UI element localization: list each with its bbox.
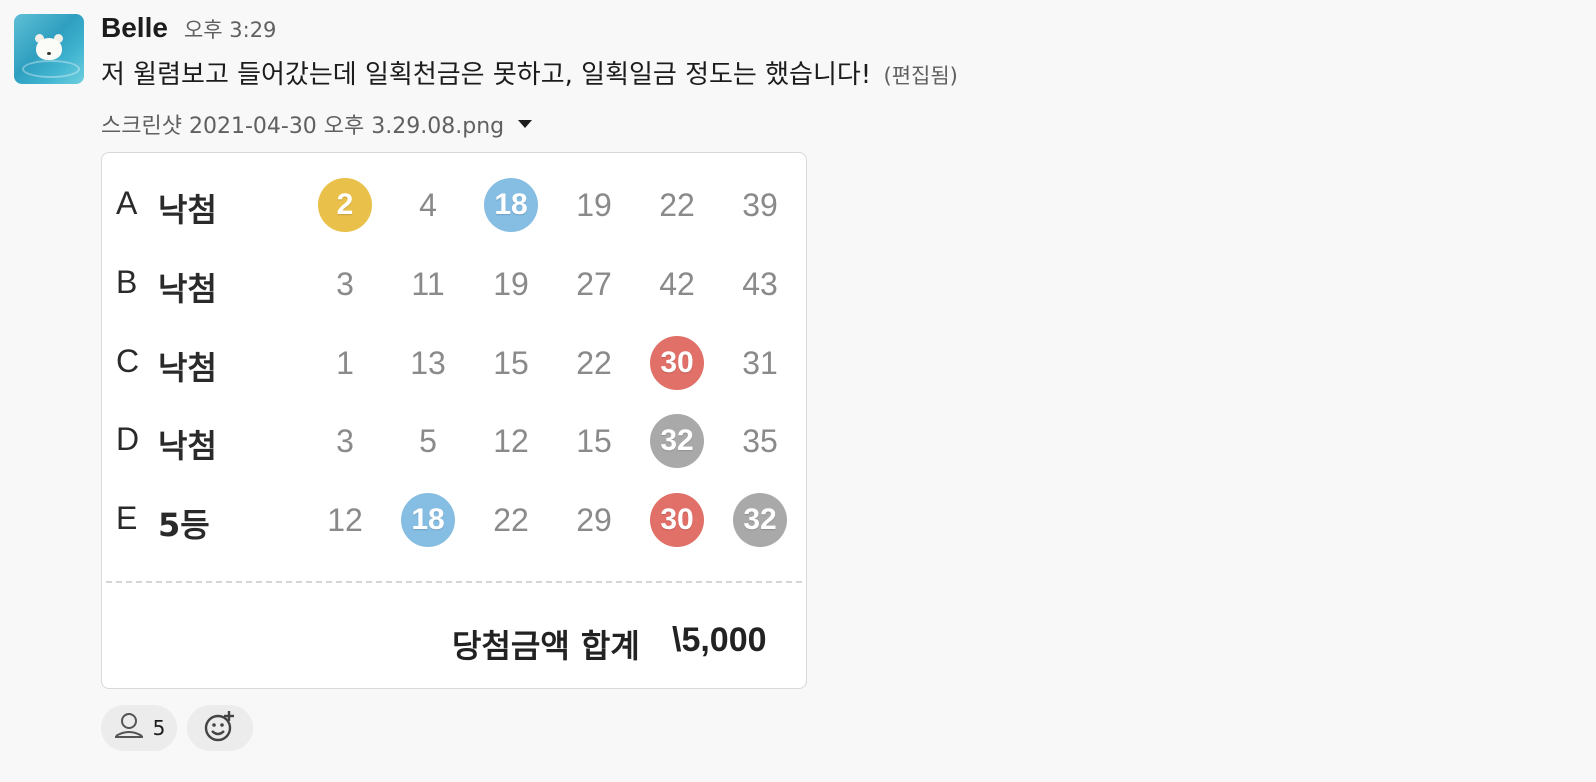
username[interactable]: Belle <box>101 12 168 44</box>
row-result: 낙첨 <box>158 270 217 308</box>
avatar-ripple <box>22 60 80 78</box>
lottery-number: 29 <box>576 501 612 538</box>
total-label: 당첨금액 합계 <box>452 627 640 665</box>
lottery-number: 13 <box>410 344 446 381</box>
message-header: Belle 오후 3:29 <box>101 12 276 48</box>
lottery-number: 15 <box>493 344 529 381</box>
dashed-divider <box>106 581 802 583</box>
lottery-number: 11 <box>411 265 445 302</box>
lottery-number: 22 <box>576 344 612 381</box>
lottery-number: 35 <box>742 422 778 459</box>
avatar-dog-nose <box>47 52 51 55</box>
lottery-number: 42 <box>659 265 695 302</box>
lottery-number: 5 <box>419 422 437 459</box>
lottery-ball: 18 <box>401 493 455 547</box>
lottery-number: 12 <box>327 501 363 538</box>
edited-label: (편집됨) <box>883 64 958 88</box>
avatar-dog <box>36 38 62 60</box>
reactions-bar: 5 <box>101 705 253 751</box>
lottery-number: 39 <box>742 186 778 223</box>
attachment-header: 스크린샷 2021-04-30 오후 3.29.08.png <box>101 108 533 140</box>
lottery-number: 19 <box>493 265 529 302</box>
add-reaction-icon <box>203 709 237 747</box>
avatar[interactable] <box>14 14 84 84</box>
lottery-number: 3 <box>336 422 354 459</box>
lottery-row: B 낙첨 3 11 19 27 42 43 <box>102 254 806 314</box>
attachment-image[interactable]: A 낙첨 2 4 18 19 22 39 B 낙첨 3 11 19 27 42 43 C 낙첨 1 13 15 22 30 3… <box>101 152 807 689</box>
lottery-number: 27 <box>576 265 612 302</box>
person-icon <box>113 711 145 746</box>
lottery-number: 1 <box>336 344 354 381</box>
lottery-row: D 낙첨 3 5 12 15 32 35 <box>102 411 806 471</box>
message-body: 저 윌렴보고 들어갔는데 일획천금은 못하고, 일획일금 정도는 했습니다! <box>101 60 872 90</box>
lottery-ball: 32 <box>650 414 704 468</box>
row-letter: B <box>116 264 138 300</box>
lottery-row: E 5등 12 18 22 29 30 32 <box>102 490 806 550</box>
lottery-row: C 낙첨 1 13 15 22 30 31 <box>102 333 806 393</box>
reaction-button[interactable]: 5 <box>101 705 177 751</box>
lottery-ball: 30 <box>650 336 704 390</box>
lottery-row: A 낙첨 2 4 18 19 22 39 <box>102 175 806 235</box>
chevron-down-icon[interactable] <box>518 120 533 128</box>
message-text: 저 윌렴보고 들어갔는데 일획천금은 못하고, 일획일금 정도는 했습니다! (… <box>101 54 958 91</box>
lottery-ball: 32 <box>733 493 787 547</box>
row-letter: D <box>116 421 140 457</box>
row-letter: E <box>116 500 138 536</box>
reaction-count: 5 <box>152 716 166 740</box>
lottery-number: 43 <box>742 265 778 302</box>
lottery-ball: 30 <box>650 493 704 547</box>
lottery-number: 19 <box>576 186 612 223</box>
lottery-ball: 2 <box>318 178 372 232</box>
lottery-number: 15 <box>576 422 612 459</box>
row-result: 낙첨 <box>158 349 217 387</box>
row-letter: C <box>116 343 140 379</box>
attachment-filename[interactable]: 스크린샷 2021-04-30 오후 3.29.08.png <box>101 108 504 140</box>
lottery-ball: 18 <box>484 178 538 232</box>
row-result: 5등 <box>158 506 210 544</box>
lottery-number: 22 <box>493 501 529 538</box>
timestamp[interactable]: 오후 3:29 <box>184 14 276 44</box>
total-value: \5,000 <box>672 621 767 659</box>
row-result: 낙첨 <box>158 427 217 465</box>
lottery-number: 12 <box>493 422 529 459</box>
add-reaction-button[interactable] <box>187 705 253 751</box>
lottery-number: 22 <box>659 186 695 223</box>
lottery-number: 31 <box>742 344 778 381</box>
row-result: 낙첨 <box>158 191 217 229</box>
lottery-number: 4 <box>419 186 437 223</box>
row-letter: A <box>116 185 138 221</box>
lottery-number: 3 <box>336 265 354 302</box>
